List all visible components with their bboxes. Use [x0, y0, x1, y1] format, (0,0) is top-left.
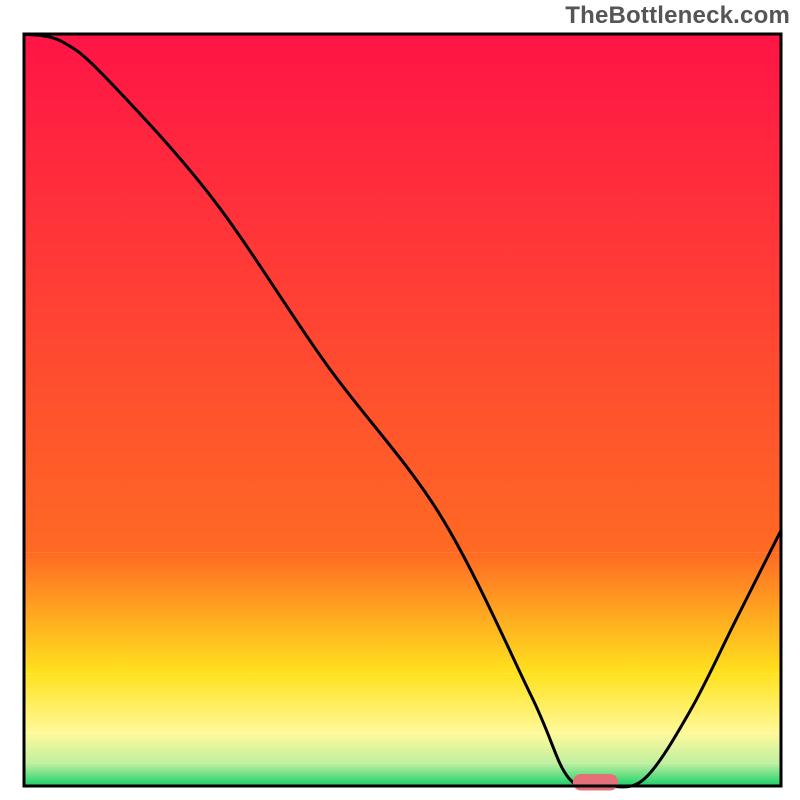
watermark-text: TheBottleneck.com	[565, 2, 790, 30]
gradient-band	[24, 553, 781, 673]
bottleneck-chart	[0, 0, 800, 800]
chart-container: TheBottleneck.com	[0, 0, 800, 800]
optimal-marker	[573, 774, 618, 791]
gradient-band	[24, 763, 781, 786]
gradient-band	[24, 673, 781, 733]
